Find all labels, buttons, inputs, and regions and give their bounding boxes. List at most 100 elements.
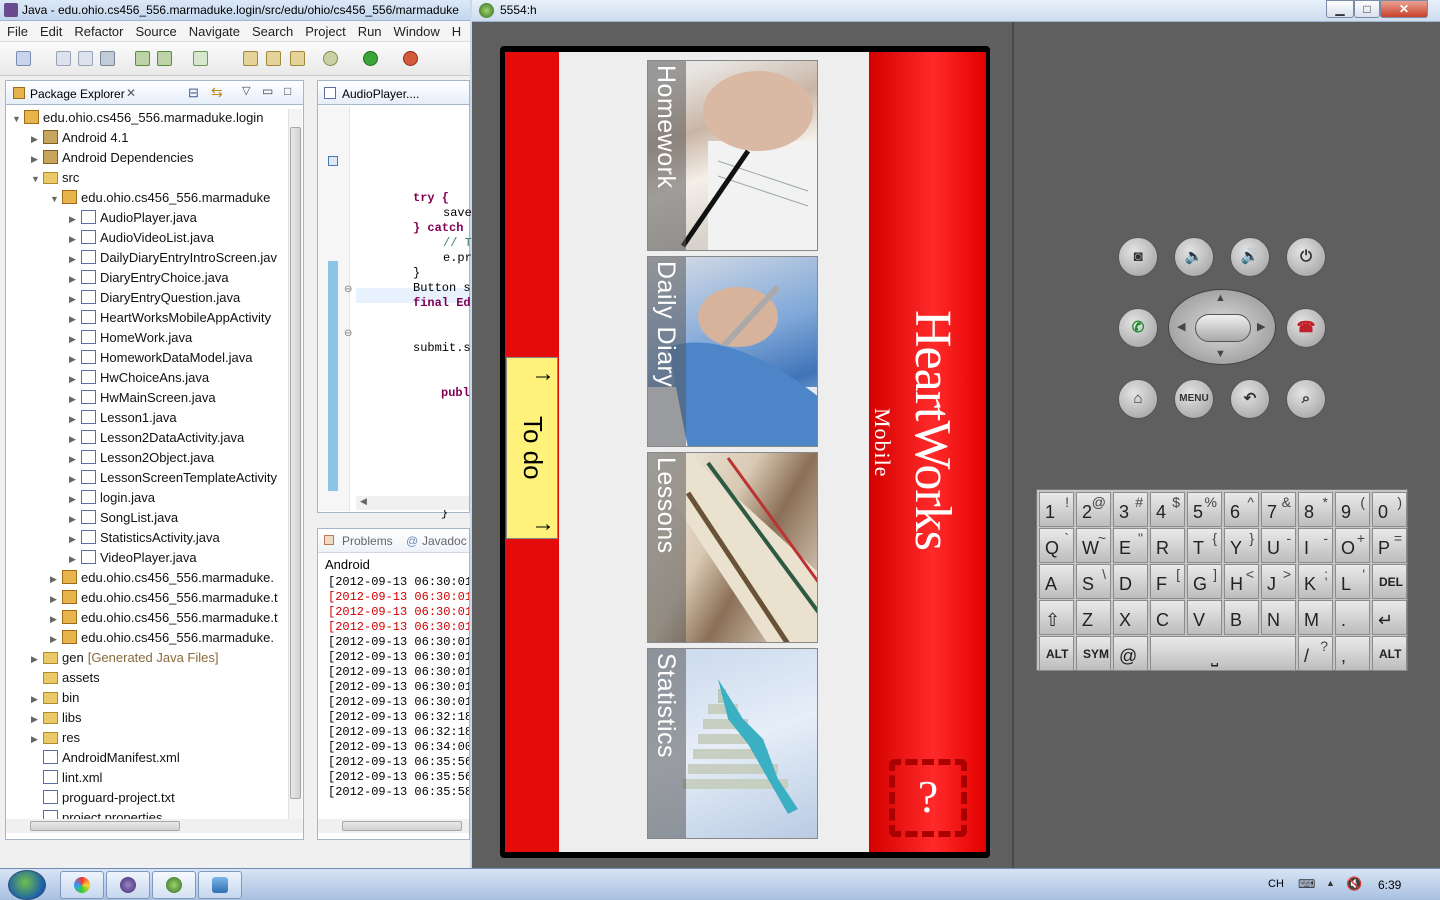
expand-arrow-icon[interactable]: ▶ [50,630,62,648]
speaker-muted-icon[interactable]: 🔇 [1346,876,1362,892]
expand-arrow-icon[interactable]: ▶ [69,290,81,308]
key-8[interactable]: 8 * [1298,492,1333,527]
key-t[interactable]: T{ [1187,528,1222,563]
key-v[interactable]: V [1187,600,1222,635]
key-u[interactable]: U- [1261,528,1296,563]
tree-item[interactable]: ▶ VideoPlayer.java [69,549,197,569]
key-l[interactable]: L ' [1335,564,1370,599]
volume-up-icon[interactable]: 🔊 [1230,237,1270,277]
language-indicator[interactable]: CH [1268,878,1284,890]
key-i[interactable]: I- [1298,528,1333,563]
key-alt[interactable]: ALT [1039,636,1074,671]
tree-item[interactable]: ▶ edu.ohio.cs456_556.marmaduke.t [50,609,278,629]
tree-scroll-thumb[interactable] [290,127,301,799]
tree-item[interactable]: ▶ DailyDiaryEntryIntroScreen.jav [69,249,277,269]
key-d[interactable]: D [1113,564,1148,599]
key-a[interactable]: A [1039,564,1074,599]
menu-item-run[interactable]: Run [351,21,387,39]
tree-item[interactable]: ▶ Lesson2DataActivity.java [69,429,244,449]
tree-vertical-scrollbar[interactable] [288,109,302,821]
dpad-center-button[interactable] [1195,314,1251,342]
new-package-icon[interactable] [266,51,281,66]
key-j[interactable]: J > [1261,564,1296,599]
expand-arrow-icon[interactable]: ▶ [69,450,81,468]
tree-item[interactable]: ▶ libs [31,709,82,729]
tree-item[interactable]: ▶ Android 4.1 [31,129,129,149]
key-2[interactable]: 2 @ [1076,492,1111,527]
device-display[interactable]: Homework Daily Diary Lessons Statistics … [505,52,986,852]
expand-arrow-icon[interactable]: ▶ [69,550,81,568]
tree-item[interactable]: ▶ HomeworkDataModel.java [69,349,252,369]
lint-check-icon[interactable] [193,51,208,66]
tree-item[interactable]: AndroidManifest.xml [31,749,180,769]
tree-item[interactable]: ▶ SongList.java [69,509,178,529]
taskbar-eclipse[interactable] [106,871,150,899]
key-c[interactable]: C [1150,600,1185,635]
help-icon[interactable]: ? [889,759,967,837]
expand-arrow-icon[interactable]: ▶ [69,270,81,288]
new-icon[interactable] [16,51,31,66]
tree-item[interactable]: ▶ AudioPlayer.java [69,209,197,229]
key-/[interactable]: /? [1298,636,1333,671]
key-6[interactable]: 6 ^ [1224,492,1259,527]
link-with-editor-icon[interactable]: ⇆ [211,84,223,101]
key-@[interactable]: @ [1113,636,1148,671]
expand-arrow-icon[interactable]: ▶ [69,330,81,348]
tree-item[interactable]: ▶ Android Dependencies [31,149,194,169]
tree-item[interactable]: ▶ Lesson1.java [69,409,177,429]
menu-item-refactor[interactable]: Refactor [67,21,128,39]
tree-item[interactable]: lint.xml [31,769,102,789]
end-call-icon[interactable]: ☎ [1286,308,1326,348]
power-icon[interactable]: ⏻ [1286,237,1326,277]
key-.[interactable]: . [1335,600,1370,635]
tree-item[interactable]: ▼ src [31,169,79,189]
tree-item[interactable]: ▶ bin [31,689,79,709]
key-h[interactable]: H < [1224,564,1259,599]
key-del[interactable]: DEL [1372,564,1407,599]
key-z[interactable]: Z [1076,600,1111,635]
expand-arrow-icon[interactable]: ▶ [69,210,81,228]
expand-arrow-icon[interactable]: ▶ [50,590,62,608]
minimize-button[interactable]: ▁ [1326,0,1354,18]
expand-arrow-icon[interactable]: ▶ [31,130,43,148]
tree-item[interactable]: ▶ Lesson2Object.java [69,449,214,469]
todo-button[interactable]: → To do → [506,357,558,539]
key-o[interactable]: O + [1335,528,1370,563]
maximize-button[interactable]: □ [1354,0,1380,18]
open-type-icon[interactable] [243,51,258,66]
key-q[interactable]: Q ` [1039,528,1074,563]
key-,[interactable]: , [1335,636,1370,671]
show-hidden-icons-icon[interactable]: ▲ [1326,878,1335,888]
key-m[interactable]: M [1298,600,1333,635]
editor-hscrollbar[interactable]: ◀ [356,496,469,510]
key-n[interactable]: N [1261,600,1296,635]
tree-item[interactable]: ▶ LessonScreenTemplateActivity [69,469,277,489]
expand-arrow-icon[interactable]: ▶ [31,710,43,728]
collapse-all-icon[interactable]: ⊟ [188,85,199,101]
key-p[interactable]: P = [1372,528,1407,563]
menu-item-source[interactable]: Source [129,21,182,39]
expand-arrow-icon[interactable]: ▶ [31,650,43,668]
key-1[interactable]: 1! [1039,492,1074,527]
key-k[interactable]: K; [1298,564,1333,599]
taskbar-app-4[interactable] [198,871,242,899]
tree-item[interactable]: proguard-project.txt [31,789,175,809]
key-sym[interactable]: SYM [1076,636,1111,671]
key-0[interactable]: 0) [1372,492,1407,527]
expand-arrow-icon[interactable]: ▶ [50,570,62,588]
minimize-view-icon[interactable]: ▭ [262,84,273,98]
search-icon[interactable]: ⌕ [1286,379,1326,419]
android-sdk-icon[interactable] [135,51,150,66]
tree-item[interactable]: assets [31,669,100,689]
expand-arrow-icon[interactable]: ▶ [31,150,43,168]
tree-horizontal-scrollbar[interactable] [6,819,303,833]
expand-arrow-icon[interactable]: ▶ [69,510,81,528]
key-x[interactable]: X [1113,600,1148,635]
console-hscrollbar[interactable] [318,819,469,833]
key-e[interactable]: E " [1113,528,1148,563]
statistics-tile[interactable]: Statistics [647,648,818,839]
key-4[interactable]: 4 $ [1150,492,1185,527]
tree-hscroll-thumb[interactable] [30,821,180,831]
tree-item[interactable]: ▶ edu.ohio.cs456_556.marmaduke. [50,569,274,589]
expand-arrow-icon[interactable]: ▶ [69,430,81,448]
